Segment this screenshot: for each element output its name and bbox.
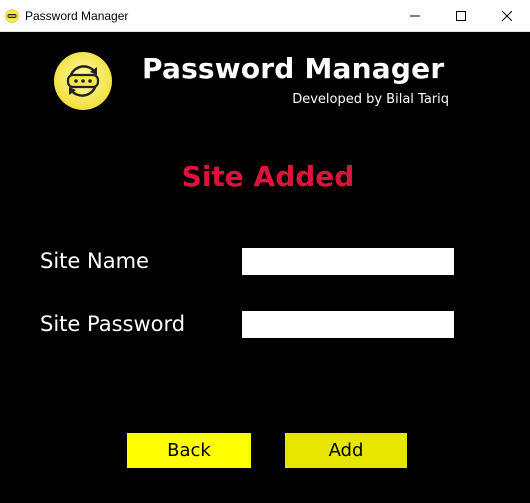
maximize-icon xyxy=(456,10,466,21)
close-icon xyxy=(502,10,512,21)
site-name-label: Site Name xyxy=(40,249,149,273)
site-password-label: Site Password xyxy=(40,312,186,336)
add-button[interactable]: Add xyxy=(285,433,407,468)
minimize-button[interactable] xyxy=(392,0,438,31)
minimize-icon xyxy=(410,15,420,16)
window-titlebar[interactable]: Password Manager xyxy=(0,0,530,32)
site-name-input[interactable] xyxy=(242,248,454,275)
window-title: Password Manager xyxy=(25,9,129,23)
close-button[interactable] xyxy=(484,0,530,31)
app-subtitle: Developed by Bilal Tariq xyxy=(292,92,449,107)
back-button[interactable]: Back xyxy=(127,433,251,468)
password-manager-app-icon xyxy=(5,9,19,23)
site-password-input[interactable] xyxy=(242,311,454,338)
status-message: Site Added xyxy=(181,160,355,193)
app-title: Password Manager xyxy=(142,52,445,85)
maximize-button[interactable] xyxy=(438,0,484,31)
password-logo-icon xyxy=(54,52,112,110)
